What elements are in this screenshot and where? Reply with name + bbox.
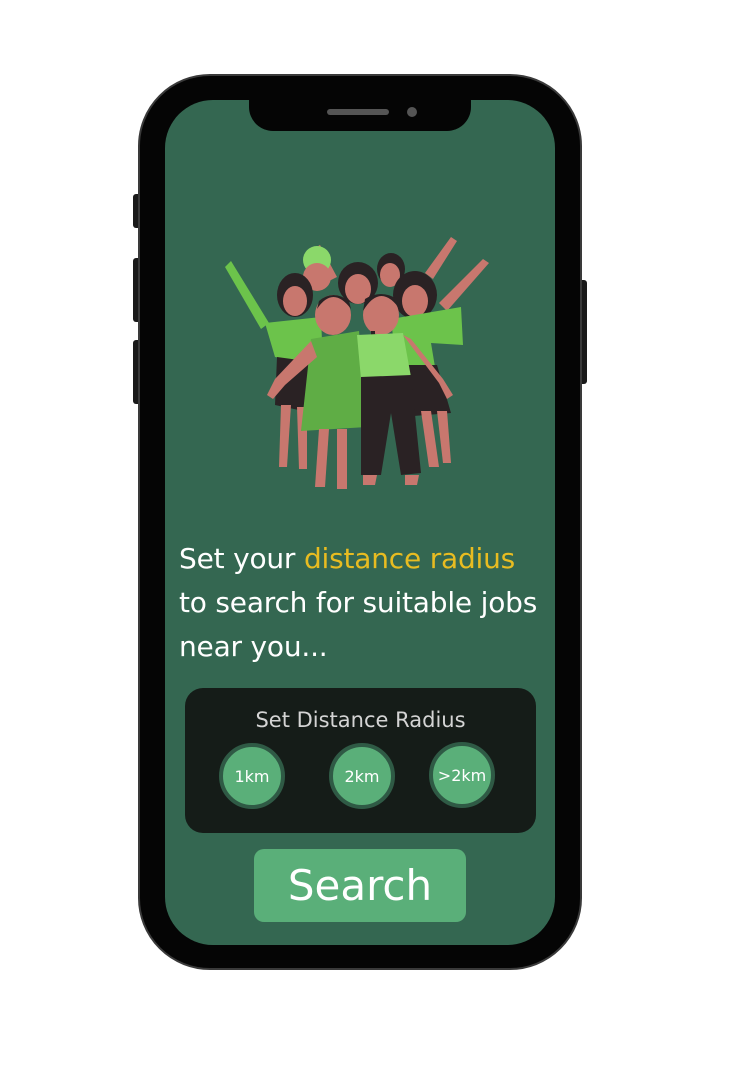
radius-option-2km[interactable]: 2km	[329, 743, 395, 809]
radius-option-1km[interactable]: 1km	[219, 743, 285, 809]
search-button[interactable]: Search	[254, 849, 466, 922]
app-screen: Set your distance radius to search for s…	[165, 100, 555, 945]
group-of-people-cheering-illustration	[225, 237, 489, 489]
camera-icon	[407, 107, 417, 117]
speaker-icon	[327, 109, 389, 115]
headline-accent: distance radius	[303, 542, 516, 575]
radius-option-over-2km[interactable]: >2km	[429, 742, 495, 808]
headline-text: Set your distance radius to search for s…	[179, 542, 538, 663]
phone-notch	[249, 100, 471, 131]
distance-radius-card: Set Distance Radius 1km 2km >2km	[185, 688, 536, 833]
radius-card-title: Set Distance Radius	[255, 708, 466, 732]
